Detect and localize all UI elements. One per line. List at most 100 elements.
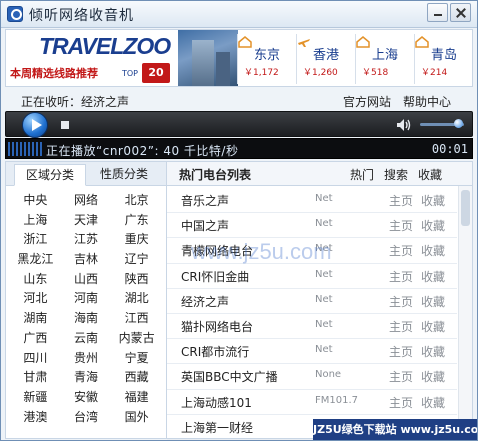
station-row[interactable]: CRI都市流行 Net 主页 收藏: [167, 339, 457, 365]
top-links: 官方网站 帮助中心: [343, 93, 451, 110]
station-home-link[interactable]: 主页: [389, 343, 413, 360]
region-item[interactable]: 重庆: [111, 231, 162, 248]
region-item[interactable]: 河北: [10, 290, 61, 307]
station-favorite-link[interactable]: 收藏: [421, 242, 445, 259]
region-item[interactable]: 湖南: [10, 310, 61, 327]
station-home-link[interactable]: 主页: [389, 242, 413, 259]
station-home-link[interactable]: 主页: [389, 318, 413, 335]
play-button[interactable]: [22, 112, 48, 138]
minimize-button[interactable]: [427, 3, 448, 22]
help-center-link[interactable]: 帮助中心: [403, 93, 451, 110]
station-favorite-link[interactable]: 收藏: [421, 318, 445, 335]
volume-icon[interactable]: [396, 118, 412, 132]
station-type: None: [315, 369, 342, 381]
station-home-link[interactable]: 主页: [389, 368, 413, 385]
station-list-header: 热门电台列表 热门 搜索 收藏: [167, 162, 472, 186]
region-item[interactable]: 台湾: [61, 409, 112, 426]
station-row[interactable]: 上海动感101 FM101.7 主页 收藏: [167, 390, 457, 415]
favorites-tab[interactable]: 收藏: [418, 166, 442, 183]
station-name[interactable]: 上海动感101: [181, 394, 252, 411]
station-row[interactable]: 英国BBC中文广播 None 主页 收藏: [167, 364, 457, 390]
region-item[interactable]: 江苏: [61, 231, 112, 248]
region-item[interactable]: 福建: [111, 389, 162, 406]
station-favorite-link[interactable]: 收藏: [421, 268, 445, 285]
region-item[interactable]: 广西: [10, 330, 61, 347]
station-row[interactable]: CRI怀旧金曲 Net 主页 收藏: [167, 264, 457, 289]
region-item[interactable]: 湖北: [111, 290, 162, 307]
scrollbar-thumb[interactable]: [461, 190, 470, 226]
station-row[interactable]: 音乐之声 Net 主页 收藏: [167, 188, 457, 214]
region-item[interactable]: 青海: [61, 369, 112, 386]
plane-icon: [298, 39, 310, 47]
station-row[interactable]: 猫扑网络电台 Net 主页 收藏: [167, 314, 457, 340]
search-tab[interactable]: 搜索: [384, 166, 408, 183]
region-item[interactable]: 贵州: [61, 350, 112, 367]
station-favorite-link[interactable]: 收藏: [421, 394, 445, 411]
station-favorite-link[interactable]: 收藏: [421, 368, 445, 385]
region-item[interactable]: 港澳: [10, 409, 61, 426]
deal-3[interactable]: 青岛 ￥214: [415, 34, 472, 84]
station-favorite-link[interactable]: 收藏: [421, 343, 445, 360]
region-item[interactable]: 四川: [10, 350, 61, 367]
station-name[interactable]: 猫扑网络电台: [181, 318, 253, 335]
station-row[interactable]: 经济之声 Net 主页 收藏: [167, 289, 457, 314]
region-item[interactable]: 国外: [111, 409, 162, 426]
region-item[interactable]: 中央: [10, 192, 61, 209]
region-item[interactable]: 宁夏: [111, 350, 162, 367]
deal-0[interactable]: 东京 ￥1,172: [238, 34, 296, 84]
region-item[interactable]: 山东: [10, 271, 61, 288]
category-panel: 区域分类 性质分类 中央 网络 北京上海 天津 广东浙江 江苏 重庆黑龙江 吉林 辽宁山东 山西陕…: [5, 161, 167, 439]
station-home-link[interactable]: 主页: [389, 192, 413, 209]
station-name[interactable]: 中国之声: [181, 217, 229, 234]
region-item[interactable]: 新疆: [10, 389, 61, 406]
region-item[interactable]: 北京: [111, 192, 162, 209]
region-item[interactable]: 天津: [61, 212, 112, 229]
station-name[interactable]: 经济之声: [181, 293, 229, 310]
region-item[interactable]: 吉林: [61, 251, 112, 268]
region-item[interactable]: 广东: [111, 212, 162, 229]
region-item[interactable]: 上海: [10, 212, 61, 229]
deal-2[interactable]: 上海 ￥518: [356, 34, 414, 84]
region-item[interactable]: 辽宁: [111, 251, 162, 268]
station-name[interactable]: CRI都市流行: [181, 343, 249, 360]
station-home-link[interactable]: 主页: [389, 217, 413, 234]
region-item[interactable]: 西藏: [111, 369, 162, 386]
travelzoo-ad[interactable]: TRAVELZOO 本周精选线路推荐 TOP 20: [6, 30, 178, 86]
station-list-scrollbar[interactable]: [458, 186, 472, 439]
region-item[interactable]: 甘肃: [10, 369, 61, 386]
station-favorite-link[interactable]: 收藏: [421, 293, 445, 310]
volume-slider-handle[interactable]: [454, 119, 463, 128]
station-name[interactable]: 音乐之声: [181, 192, 229, 209]
region-item[interactable]: 河南: [61, 290, 112, 307]
region-item[interactable]: 黑龙江: [10, 251, 61, 268]
station-name[interactable]: CRI怀旧金曲: [181, 268, 249, 285]
region-item[interactable]: 山西: [61, 271, 112, 288]
region-item[interactable]: 陕西: [111, 271, 162, 288]
station-name[interactable]: 英国BBC中文广播: [181, 368, 278, 385]
ad-banner[interactable]: TRAVELZOO 本周精选线路推荐 TOP 20 东京 ￥1,172 香港 ￥1,2…: [5, 29, 473, 87]
deal-city: 香港: [313, 48, 340, 63]
station-row[interactable]: 中国之声 Net 主页 收藏: [167, 213, 457, 239]
title-bar[interactable]: 倾听网络收音机: [1, 1, 477, 28]
region-item[interactable]: 云南: [61, 330, 112, 347]
region-item[interactable]: 内蒙古: [111, 330, 162, 347]
station-home-link[interactable]: 主页: [389, 394, 413, 411]
station-favorite-link[interactable]: 收藏: [421, 217, 445, 234]
region-item[interactable]: 海南: [61, 310, 112, 327]
region-item[interactable]: 江西: [111, 310, 162, 327]
tab-nature[interactable]: 性质分类: [88, 164, 160, 186]
official-site-link[interactable]: 官方网站: [343, 93, 391, 110]
hot-tab[interactable]: 热门: [350, 166, 374, 183]
stop-button[interactable]: [61, 121, 69, 129]
station-name[interactable]: 上海第一财经: [181, 419, 253, 436]
tab-region[interactable]: 区域分类: [14, 164, 86, 186]
region-item[interactable]: 网络: [61, 192, 112, 209]
region-item[interactable]: 安徽: [61, 389, 112, 406]
station-favorite-link[interactable]: 收藏: [421, 192, 445, 209]
region-grid: 中央 网络 北京上海 天津 广东浙江 江苏 重庆黑龙江 吉林 辽宁山东 山西 陕西河北 河南 湖北湖南海…: [10, 192, 162, 425]
station-home-link[interactable]: 主页: [389, 293, 413, 310]
deal-1[interactable]: 香港 ￥1,260: [297, 34, 355, 84]
region-item[interactable]: 浙江: [10, 231, 61, 248]
station-home-link[interactable]: 主页: [389, 268, 413, 285]
close-button[interactable]: [450, 3, 471, 22]
